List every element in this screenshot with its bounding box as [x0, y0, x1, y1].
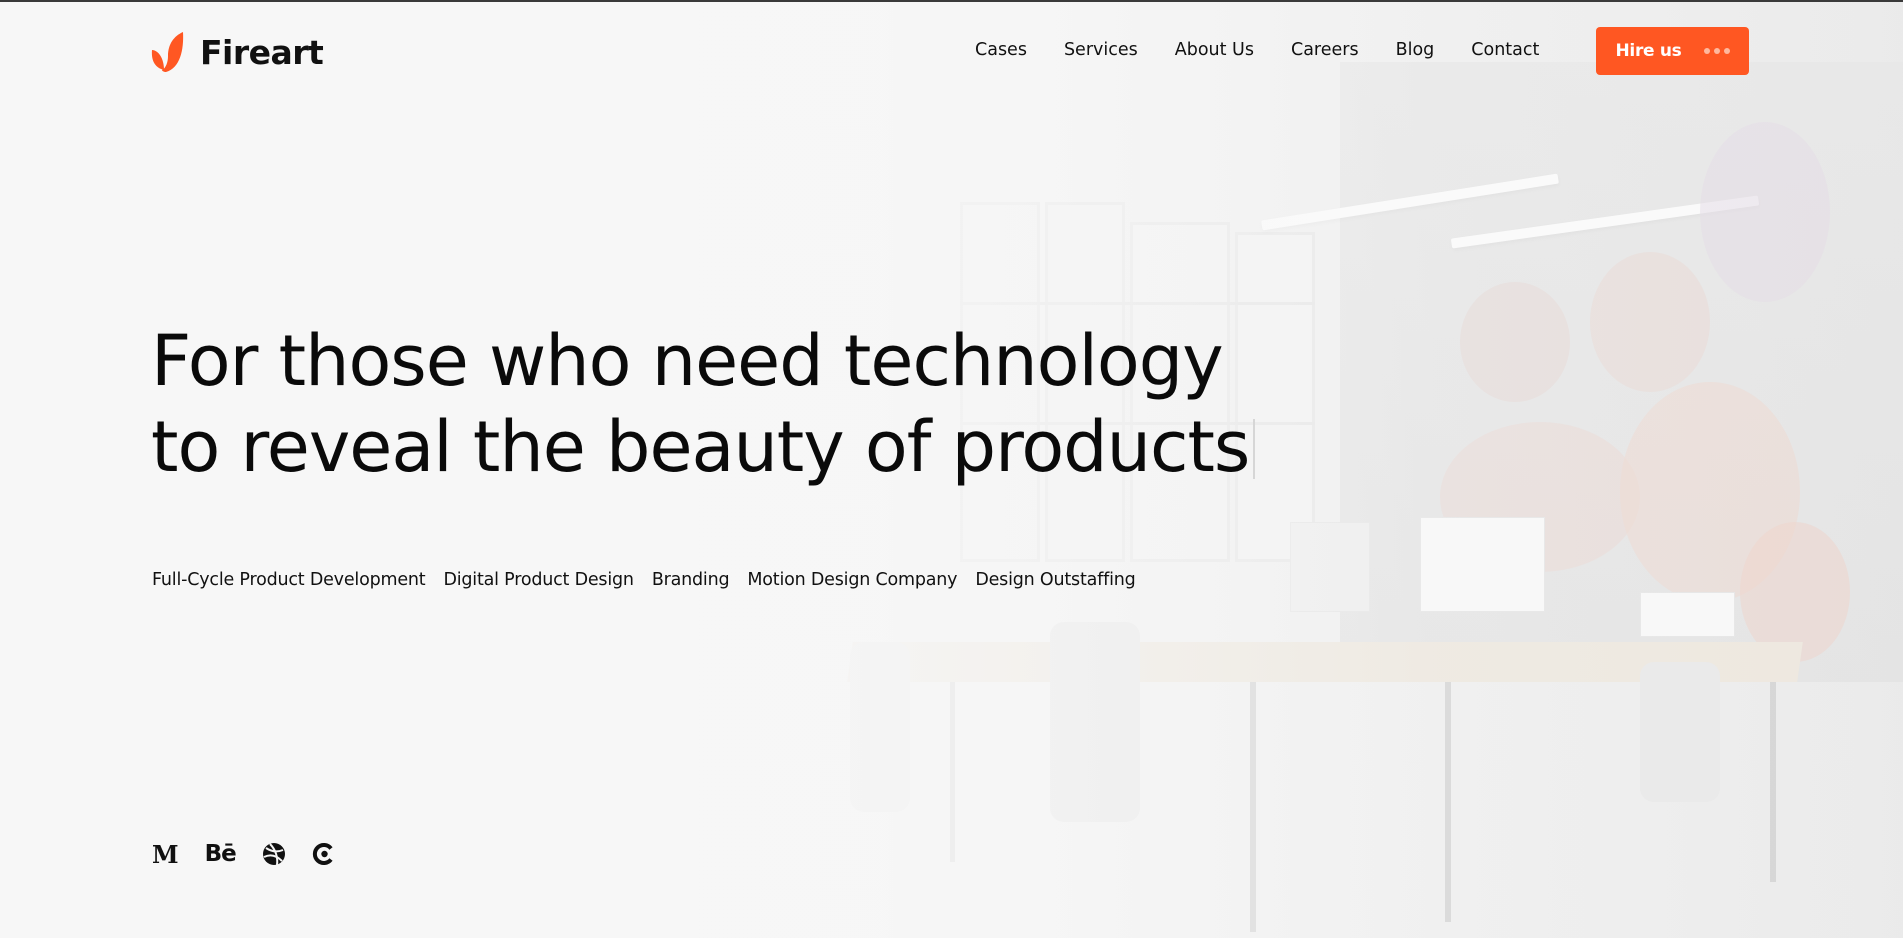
services-list: Full-Cycle Product Development Digital P… — [152, 570, 1136, 590]
flame-leaf-icon — [151, 32, 184, 72]
site-header: Fireart Cases Services About Us Careers … — [0, 2, 1903, 98]
hero-title: For those who need technology to reveal … — [151, 318, 1256, 490]
service-link-branding[interactable]: Branding — [652, 570, 730, 590]
social-links: M Bē — [152, 840, 336, 869]
service-link-full-cycle[interactable]: Full-Cycle Product Development — [152, 570, 426, 590]
nav-item-contact[interactable]: Contact — [1471, 40, 1539, 60]
nav-item-careers[interactable]: Careers — [1291, 40, 1359, 60]
nav-item-cases[interactable]: Cases — [975, 40, 1027, 60]
service-link-design-outstaffing[interactable]: Design Outstaffing — [975, 570, 1135, 590]
dribbble-icon[interactable] — [262, 840, 286, 868]
hero-title-line-1: For those who need technology — [151, 320, 1224, 402]
hero-title-line-2: to reveal the beauty of products — [151, 404, 1256, 490]
hire-us-button[interactable]: Hire us — [1596, 27, 1749, 75]
hire-us-label: Hire us — [1615, 41, 1682, 61]
nav-item-blog[interactable]: Blog — [1396, 40, 1435, 60]
three-dots-icon — [1703, 48, 1730, 54]
brand-name: Fireart — [200, 32, 324, 72]
hero-title-line-2-text: to reveal the beauty of products — [151, 406, 1250, 488]
medium-icon[interactable]: M — [152, 840, 179, 869]
behance-icon[interactable]: Bē — [205, 840, 237, 868]
clutch-icon[interactable] — [312, 840, 336, 868]
nav-item-about-us[interactable]: About Us — [1175, 40, 1254, 60]
main-nav: Cases Services About Us Careers Blog Con… — [975, 40, 1576, 60]
text-caret — [1253, 419, 1256, 479]
logo-link[interactable]: Fireart — [150, 30, 324, 74]
service-link-digital-product-design[interactable]: Digital Product Design — [443, 570, 634, 590]
service-link-motion-design[interactable]: Motion Design Company — [747, 570, 957, 590]
nav-item-services[interactable]: Services — [1064, 40, 1138, 60]
